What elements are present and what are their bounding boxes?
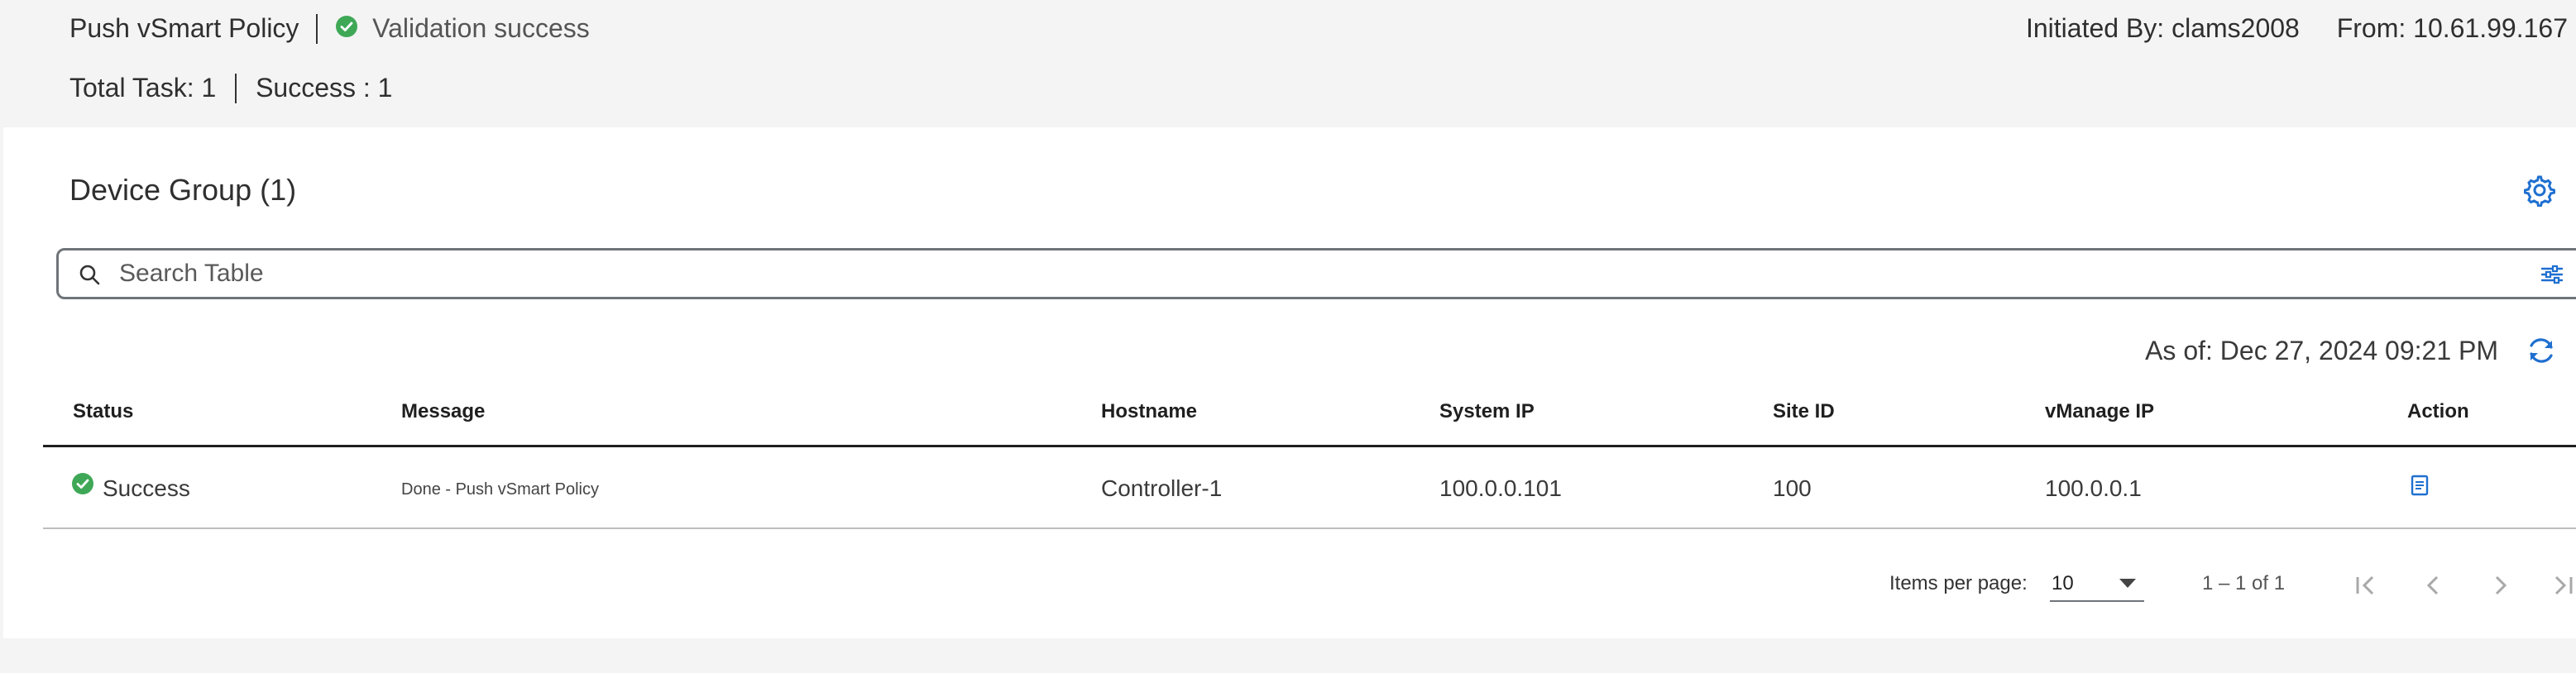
success-count: Success : 1 xyxy=(256,73,393,103)
table-row-divider xyxy=(43,527,2576,529)
device-group-title: Device Group (1) xyxy=(69,173,297,207)
divider xyxy=(235,73,237,103)
items-per-page-value: 10 xyxy=(2052,572,2074,594)
check-circle-icon xyxy=(71,472,94,504)
column-header-hostname[interactable]: Hostname xyxy=(1101,399,1197,425)
row-system-ip: 100.0.0.101 xyxy=(1439,475,1562,501)
task-header: Push vSmart Policy Validation success xyxy=(69,12,590,47)
from-ip: From: 10.61.99.167 xyxy=(2336,13,2568,43)
check-circle-icon xyxy=(335,12,358,45)
last-page-icon[interactable] xyxy=(2546,570,2576,600)
column-header-system-ip[interactable]: System IP xyxy=(1439,399,1535,425)
row-vmanage-ip: 100.0.0.1 xyxy=(2045,475,2142,501)
column-header-action: Action xyxy=(2407,400,2469,422)
column-header-vmanage-ip[interactable]: vManage IP xyxy=(2045,399,2154,425)
task-title: Push vSmart Policy xyxy=(69,13,299,43)
first-page-icon[interactable] xyxy=(2353,570,2382,600)
total-task: Total Task: 1 xyxy=(69,73,217,103)
column-header-status[interactable]: Status xyxy=(73,399,133,425)
status-text: Success xyxy=(103,475,190,501)
next-page-icon[interactable] xyxy=(2485,570,2515,600)
row-hostname: Controller-1 xyxy=(1101,475,1223,501)
column-header-message[interactable]: Message xyxy=(401,399,485,425)
refresh-icon[interactable] xyxy=(2525,334,2558,367)
task-counts: Total Task: 1 Success : 1 xyxy=(69,71,392,105)
row-site-id: 100 xyxy=(1773,475,1812,501)
as-of-timestamp: As of: Dec 27, 2024 09:21 PM xyxy=(2145,336,2498,365)
device-group-panel xyxy=(3,127,2576,638)
task-meta: Initiated By: clams2008 From: 10.61.99.1… xyxy=(1996,12,2568,45)
items-per-page-label: Items per page: xyxy=(1889,572,2028,594)
validation-status: Validation success xyxy=(372,13,590,43)
row-message: Done - Push vSmart Policy xyxy=(401,480,599,499)
row-status: Success xyxy=(71,472,190,506)
filter-sliders-icon[interactable] xyxy=(2540,263,2564,286)
document-icon[interactable] xyxy=(2411,475,2429,496)
divider xyxy=(316,13,318,44)
initiated-by: Initiated By: clams2008 xyxy=(2025,13,2300,43)
settings-gear-icon[interactable] xyxy=(2523,174,2556,208)
search-input[interactable] xyxy=(119,255,2435,293)
chevron-down-icon xyxy=(2119,579,2136,588)
page-range: 1 – 1 of 1 xyxy=(2202,572,2286,594)
search-icon xyxy=(78,263,101,286)
column-header-site-id[interactable]: Site ID xyxy=(1773,399,1835,425)
previous-page-icon[interactable] xyxy=(2419,570,2449,600)
table-header-divider xyxy=(43,445,2576,447)
